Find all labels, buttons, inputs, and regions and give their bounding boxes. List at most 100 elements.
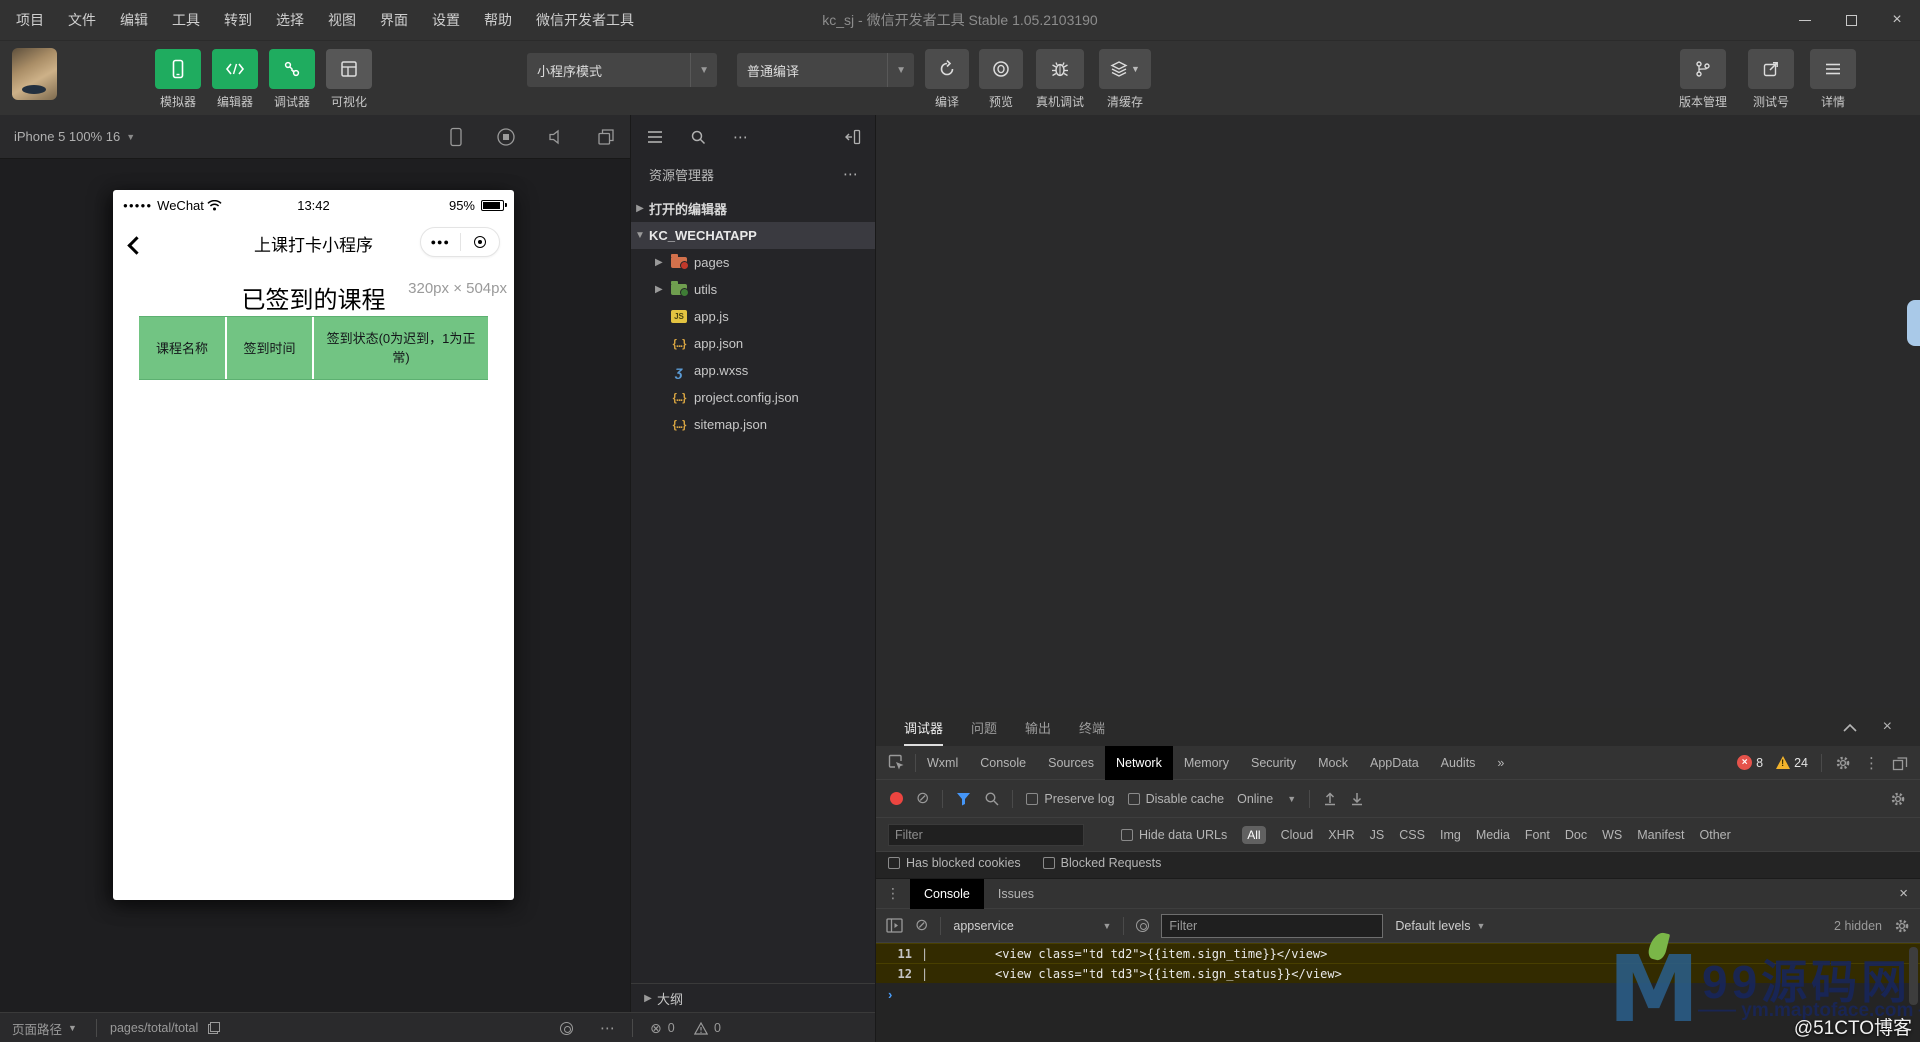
filter-type-cloud[interactable]: Cloud xyxy=(1281,828,1314,842)
filter-type-ws[interactable]: WS xyxy=(1602,828,1622,842)
capsule-close-button[interactable] xyxy=(461,228,500,256)
tab-terminal[interactable]: 终端 xyxy=(1079,718,1105,737)
devtools-tab-console[interactable]: Console xyxy=(969,746,1037,780)
clear-console-icon[interactable]: ⊘ xyxy=(915,917,928,934)
drawer-kebab-icon[interactable]: ⋮ xyxy=(876,885,910,902)
record-network-icon[interactable] xyxy=(890,792,903,805)
filter-type-media[interactable]: Media xyxy=(1476,828,1510,842)
filter-type-font[interactable]: Font xyxy=(1525,828,1550,842)
menu-project[interactable]: 项目 xyxy=(0,0,56,40)
visualization-button[interactable] xyxy=(326,49,372,89)
network-settings-gear-icon[interactable] xyxy=(1890,791,1906,807)
devtools-tab-security[interactable]: Security xyxy=(1240,746,1307,780)
toggle-visualization[interactable]: 可视化 xyxy=(326,49,372,110)
filter-type-xhr[interactable]: XHR xyxy=(1328,828,1354,842)
editor-button[interactable] xyxy=(212,49,258,89)
debugger-button[interactable] xyxy=(269,49,315,89)
devtools-tab-memory[interactable]: Memory xyxy=(1173,746,1240,780)
warning-counter[interactable]: 24 xyxy=(1776,756,1808,770)
settings-gear-icon[interactable] xyxy=(1835,755,1851,771)
preserve-log-checkbox[interactable]: Preserve log xyxy=(1026,792,1115,806)
compile-action[interactable]: 编译 xyxy=(917,49,977,110)
drawer-tab-console[interactable]: Console xyxy=(910,878,984,909)
scrollbar-thumb[interactable] xyxy=(1907,300,1920,346)
collapse-panel-icon[interactable] xyxy=(845,129,861,145)
devtools-tab-sources[interactable]: Sources xyxy=(1037,746,1105,780)
live-expression-icon[interactable] xyxy=(1136,919,1150,932)
throttle-select[interactable]: Online ▼ xyxy=(1237,792,1296,806)
compile-button[interactable] xyxy=(925,49,969,89)
clear-cache-button[interactable]: ▼ xyxy=(1099,49,1151,89)
filter-type-all[interactable]: All xyxy=(1242,825,1266,844)
console-log-line[interactable]: 12 | <view class="td td3">{{item.sign_st… xyxy=(876,963,1920,983)
open-editors-section[interactable]: ▶ 打开的编辑器 xyxy=(631,195,875,222)
execution-context-select[interactable]: appservice ▼ xyxy=(953,919,1111,933)
statusbar-warning-count[interactable]: 0 xyxy=(694,1013,721,1042)
file-list-icon[interactable] xyxy=(647,130,663,144)
console-settings-gear-icon[interactable] xyxy=(1894,918,1910,934)
page-path-selector[interactable]: 页面路径 ▼ xyxy=(12,1013,77,1042)
menu-edit[interactable]: 编辑 xyxy=(108,0,160,40)
version-manage-button[interactable] xyxy=(1680,49,1726,89)
devtools-tab-audits[interactable]: Audits xyxy=(1430,746,1487,780)
toggle-editor[interactable]: 编辑器 xyxy=(212,49,258,110)
version-manage-action[interactable]: 版本管理 xyxy=(1668,49,1738,110)
test-account-button[interactable] xyxy=(1748,49,1794,89)
compile-select[interactable]: 普通编译 ▼ xyxy=(737,53,914,87)
tab-problems[interactable]: 问题 xyxy=(971,718,997,737)
preview-toggle[interactable] xyxy=(560,1013,573,1042)
capsule-more-button[interactable]: ●●● xyxy=(421,228,460,256)
minimize-button[interactable] xyxy=(1782,0,1828,40)
maximize-button[interactable] xyxy=(1828,0,1874,40)
menu-file[interactable]: 文件 xyxy=(56,0,108,40)
close-panel-icon[interactable]: × xyxy=(1883,718,1892,736)
import-har-icon[interactable] xyxy=(1323,791,1337,806)
project-root[interactable]: ▼ KC_WECHATAPP xyxy=(631,222,875,249)
clear-cache-action[interactable]: ▼ 清缓存 xyxy=(1092,49,1158,110)
file-project-config[interactable]: project.config.json xyxy=(631,384,875,411)
filter-type-manifest[interactable]: Manifest xyxy=(1637,828,1684,842)
tab-debugger[interactable]: 调试器 xyxy=(904,718,944,746)
details-action[interactable]: 详情 xyxy=(1802,49,1864,110)
devtools-tab-mock[interactable]: Mock xyxy=(1307,746,1359,780)
outline-section[interactable]: ▶ 大纲 xyxy=(631,983,875,1012)
inspect-element-button[interactable] xyxy=(876,754,915,771)
hide-data-urls-checkbox[interactable]: Hide data URLs xyxy=(1121,828,1227,842)
filter-type-img[interactable]: Img xyxy=(1440,828,1461,842)
statusbar-more-icon[interactable]: ⋯ xyxy=(600,1013,615,1042)
statusbar-error-count[interactable]: ⊗ 0 xyxy=(650,1013,675,1042)
console-filter-input[interactable] xyxy=(1161,913,1384,938)
menu-goto[interactable]: 转到 xyxy=(212,0,264,40)
filter-type-js[interactable]: JS xyxy=(1370,828,1385,842)
filter-funnel-icon[interactable] xyxy=(956,792,971,806)
menu-interface[interactable]: 界面 xyxy=(368,0,420,40)
kebab-menu-icon[interactable]: ⋮ xyxy=(1864,754,1879,772)
menu-view[interactable]: 视图 xyxy=(316,0,368,40)
collapse-up-icon[interactable] xyxy=(1843,723,1857,732)
more-icon[interactable]: ⋯ xyxy=(733,128,749,146)
file-app-wxss[interactable]: app.wxss xyxy=(631,357,875,384)
file-sitemap[interactable]: sitemap.json xyxy=(631,411,875,438)
tab-output[interactable]: 输出 xyxy=(1025,718,1051,737)
file-utils[interactable]: ▶ utils xyxy=(631,276,875,303)
test-account-action[interactable]: 测试号 xyxy=(1740,49,1802,110)
devtools-tab-network[interactable]: Network xyxy=(1104,745,1173,780)
disable-cache-checkbox[interactable]: Disable cache xyxy=(1127,792,1224,806)
drawer-tab-issues[interactable]: Issues xyxy=(984,879,1048,909)
remote-debug-button[interactable] xyxy=(1036,49,1084,89)
menu-tools[interactable]: 工具 xyxy=(160,0,212,40)
console-log-line[interactable]: 11 | <view class="td td2">{{item.sign_ti… xyxy=(876,943,1920,963)
preview-button[interactable] xyxy=(979,49,1023,89)
console-scrollbar-thumb[interactable] xyxy=(1909,947,1918,1005)
menu-help[interactable]: 帮助 xyxy=(472,0,524,40)
undock-icon[interactable] xyxy=(1892,755,1908,771)
mode-select[interactable]: 小程序模式 ▼ xyxy=(527,53,717,87)
devtools-tab-appdata[interactable]: AppData xyxy=(1359,746,1430,780)
toggle-debugger[interactable]: 调试器 xyxy=(269,49,315,110)
user-avatar[interactable] xyxy=(12,48,57,100)
device-selector[interactable]: iPhone 5 100% 16 xyxy=(14,129,120,144)
filter-type-doc[interactable]: Doc xyxy=(1565,828,1587,842)
blocked-requests-checkbox[interactable]: Blocked Requests xyxy=(1042,856,1161,870)
explorer-more-icon[interactable]: ⋯ xyxy=(843,165,859,183)
console-prompt[interactable]: › xyxy=(876,983,1920,1005)
